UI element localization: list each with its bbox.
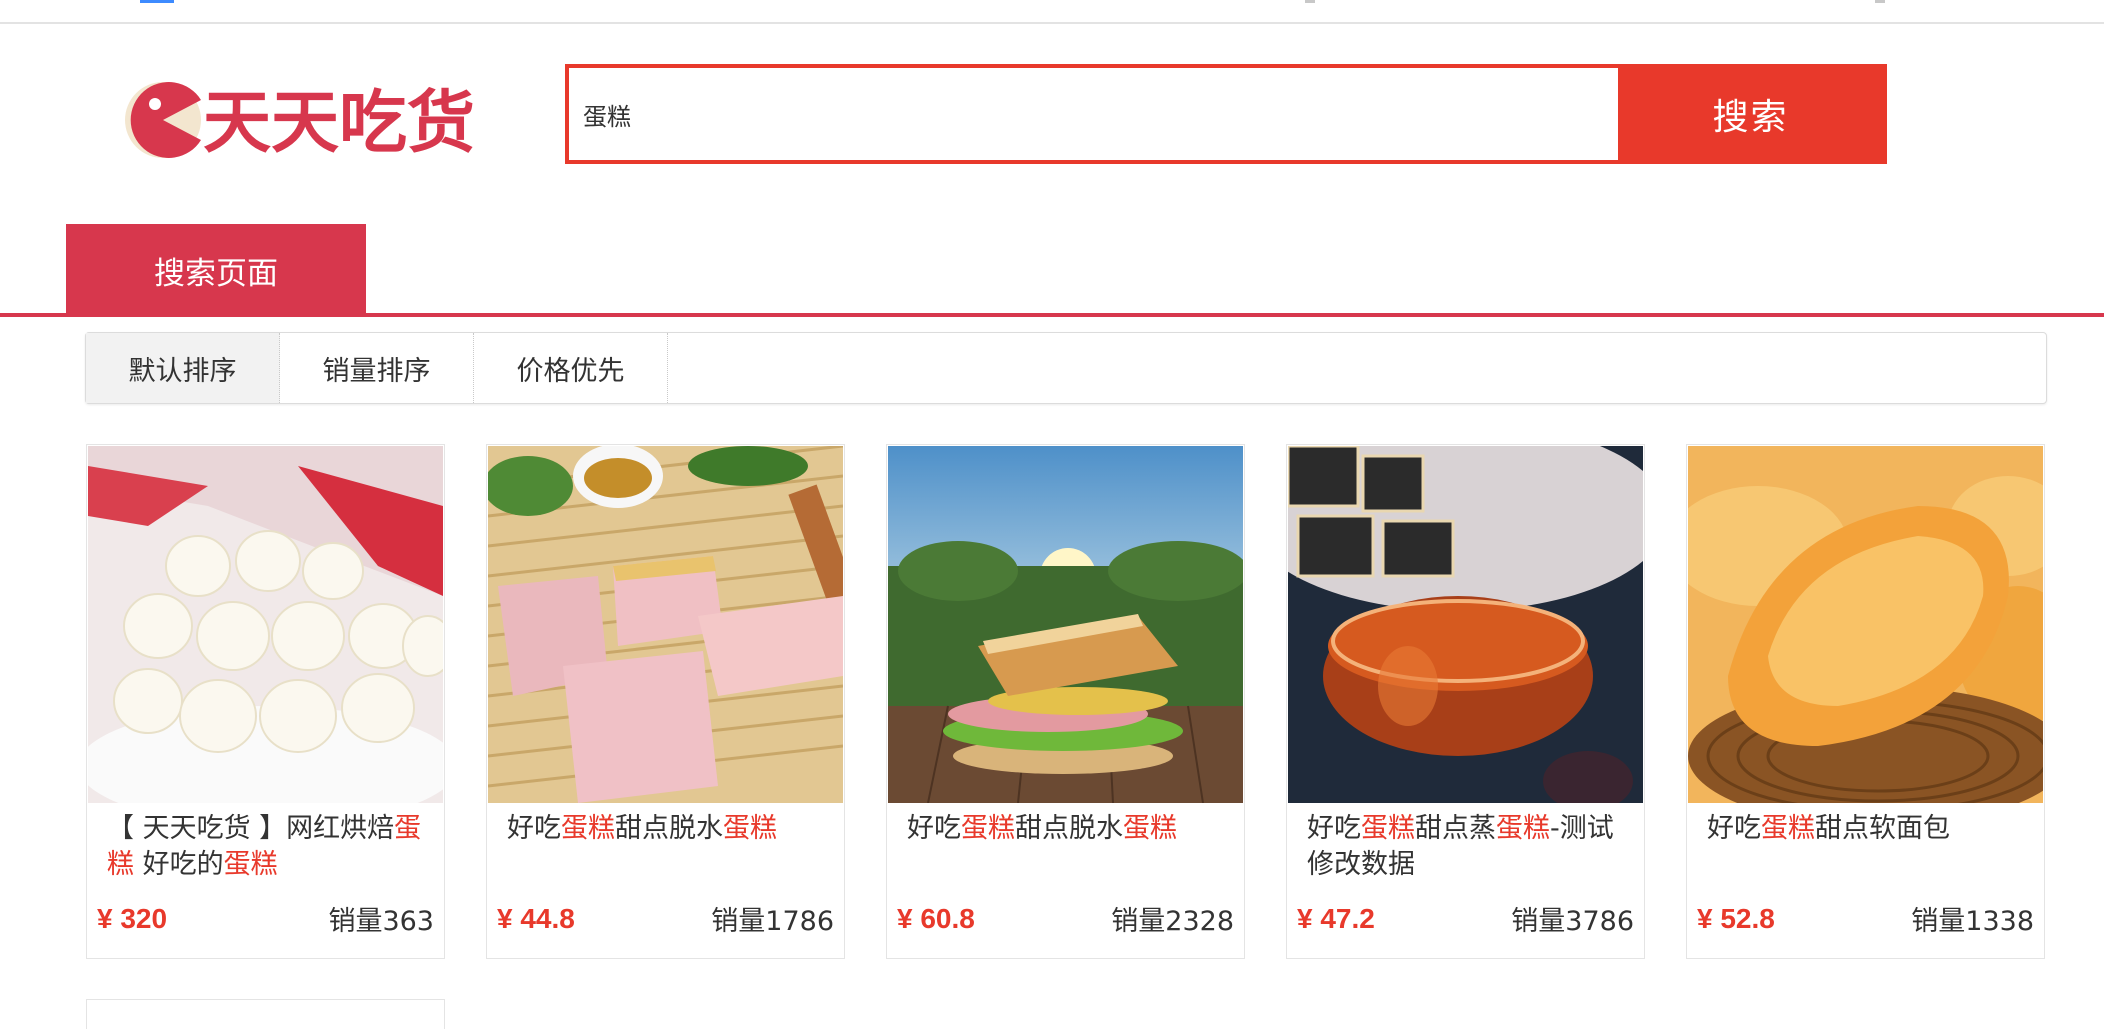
product-price: ¥ 60.8 xyxy=(897,903,975,934)
product-title[interactable]: 好吃蛋糕甜点脱水蛋糕 xyxy=(507,811,833,885)
product-sales: 销量3786 xyxy=(1511,906,1634,937)
product-price: ¥ 47.2 xyxy=(1297,903,1375,934)
sort-default[interactable]: 默认排序 xyxy=(86,333,280,403)
search-bar: 搜索 xyxy=(565,64,1887,164)
product-card[interactable]: 好吃蛋糕甜点脱水蛋糕 ¥ 44.8 销量1786 xyxy=(486,444,845,959)
sort-bar: 默认排序 销量排序 价格优先 xyxy=(85,332,2047,404)
title-highlight: 蛋糕 xyxy=(1361,813,1415,844)
product-card[interactable]: 【 天天吃货 】网红烘焙蛋糕 好吃的蛋糕 ¥ 320 销量363 xyxy=(86,444,445,959)
title-highlight: 蛋糕 xyxy=(1761,813,1815,844)
title-part: 好吃 xyxy=(507,813,561,844)
logo-graphic: 天天吃货 xyxy=(125,82,475,163)
title-highlight: 蛋糕 xyxy=(1123,813,1177,844)
product-price: ¥ 44.8 xyxy=(497,903,575,934)
product-image-milk-candy[interactable] xyxy=(88,446,443,803)
product-title[interactable]: 好吃蛋糕甜点软面包 xyxy=(1707,811,2033,885)
top-nav-fragment xyxy=(1305,0,1315,3)
product-price: ¥ 320 xyxy=(97,903,168,934)
top-nav-bar xyxy=(0,0,2104,24)
product-card[interactable]: 好吃蛋糕甜点蒸蛋糕-测试修改数据 ¥ 47.2 销量3786 xyxy=(1286,444,1645,959)
title-highlight: 蛋糕 xyxy=(961,813,1015,844)
product-image-sponge-cake[interactable] xyxy=(488,446,843,803)
title-highlight: 蛋糕 xyxy=(1496,813,1550,844)
tab-search-page[interactable]: 搜索页面 xyxy=(66,224,366,316)
product-card[interactable]: 好吃蛋糕甜点脱水蛋糕 ¥ 60.8 销量2328 xyxy=(886,444,1245,959)
title-highlight: 蛋糕 xyxy=(223,849,278,880)
title-part: 甜点脱水 xyxy=(1015,813,1123,844)
tab-bar: 搜索页面 xyxy=(0,224,2104,317)
logo-text: 天天吃货 xyxy=(203,84,475,163)
title-part: 甜点软面包 xyxy=(1815,813,1950,844)
site-logo[interactable]: 天天吃货 xyxy=(125,74,495,166)
product-card[interactable]: 好吃蛋糕甜点软面包 ¥ 52.8 销量1338 xyxy=(1686,444,2045,959)
product-image-pastry-bread[interactable] xyxy=(1688,446,2043,803)
sort-by-sales[interactable]: 销量排序 xyxy=(280,333,474,403)
product-title[interactable]: 好吃蛋糕甜点脱水蛋糕 xyxy=(907,811,1233,885)
title-part: 好吃的 xyxy=(134,849,224,880)
product-sales: 销量2328 xyxy=(1111,906,1234,937)
title-part: 好吃 xyxy=(1307,813,1361,844)
product-sales: 销量1338 xyxy=(1911,906,2034,937)
title-part: 甜点蒸 xyxy=(1415,813,1496,844)
title-highlight: 蛋糕 xyxy=(561,813,615,844)
product-image-honey-bowl[interactable] xyxy=(1288,446,1643,803)
title-part: 【 天天吃货 】网红烘焙 xyxy=(107,813,395,844)
title-part: 好吃 xyxy=(1707,813,1761,844)
product-sales: 销量363 xyxy=(328,906,434,937)
title-highlight: 蛋糕 xyxy=(723,813,777,844)
product-price: ¥ 52.8 xyxy=(1697,903,1775,934)
search-button[interactable]: 搜索 xyxy=(1618,64,1883,164)
title-part: 好吃 xyxy=(907,813,961,844)
product-title[interactable]: 【 天天吃货 】网红烘焙蛋糕 好吃的蛋糕 xyxy=(107,811,433,885)
title-part: 甜点脱水 xyxy=(615,813,723,844)
product-card[interactable] xyxy=(86,999,445,1029)
product-title[interactable]: 好吃蛋糕甜点蒸蛋糕-测试修改数据 xyxy=(1307,811,1633,885)
product-sales: 销量1786 xyxy=(711,906,834,937)
top-nav-fragment xyxy=(1875,0,1885,3)
search-input[interactable] xyxy=(569,68,1624,160)
top-nav-link-fragment[interactable] xyxy=(140,0,174,3)
sort-by-price[interactable]: 价格优先 xyxy=(474,333,668,403)
product-image-sandwich[interactable] xyxy=(888,446,1243,803)
